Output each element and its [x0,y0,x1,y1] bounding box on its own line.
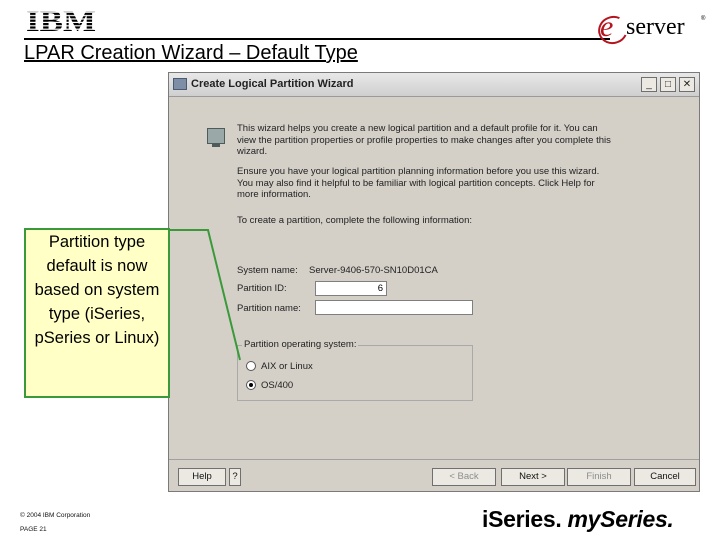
intro-paragraph-2: Ensure you have your logical partition p… [237,166,600,200]
intro-paragraph-1: This wizard helps you create a new logic… [237,123,611,157]
slide-title: LPAR Creation Wizard – Default Type [24,42,358,64]
partition-id-label: Partition ID: [237,283,287,294]
radio-os400[interactable] [246,380,256,391]
system-name-label: System name: [237,265,298,276]
ibm-logo-text: IBM [26,6,96,34]
title-rule [24,38,610,40]
eserver-logo: e server ® [594,10,710,49]
eserver-word: server [626,14,685,40]
os-option-label: OS/400 [261,380,294,391]
eserver-trademark: ® [701,16,706,22]
page-number: PAGE 21 [20,526,47,533]
brand-tagline: iSeries. mySeries. [482,506,674,533]
window-app-icon [173,78,187,90]
finish-button[interactable]: Finish [567,468,631,486]
os-group-label: Partition operating system: [242,339,359,350]
os-groupbox: Partition operating system: AIX or Linux… [237,339,473,401]
cancel-button[interactable]: Cancel [634,468,696,486]
brand-part-1: iSeries. [482,506,562,532]
maximize-button[interactable]: □ [660,77,676,92]
os-option-label: AIX or Linux [261,361,313,372]
wizard-button-bar: Help ? < Back Next > Finish Cancel [169,459,699,491]
back-button[interactable]: < Back [432,468,496,486]
brand-part-2: mySeries. [567,506,674,532]
window-titlebar[interactable]: Create Logical Partition Wizard _ □ ✕ [169,73,699,97]
partition-id-input[interactable]: 6 [315,281,387,296]
context-help-button[interactable]: ? [229,468,241,486]
wizard-window: Create Logical Partition Wizard _ □ ✕ Th… [168,72,700,492]
intro-paragraph-3: To create a partition, complete the foll… [237,215,472,226]
close-button[interactable]: ✕ [679,77,695,92]
minimize-button[interactable]: _ [641,77,657,92]
ibm-logo: IBM [26,6,102,34]
os-option-aix-linux[interactable]: AIX or Linux [246,361,313,372]
partition-name-input[interactable] [315,300,473,315]
wizard-content: This wizard helps you create a new logic… [169,98,699,458]
next-button[interactable]: Next > [501,468,565,486]
callout-box: Partition type default is now based on s… [24,228,170,398]
window-title: Create Logical Partition Wizard [191,78,354,90]
copyright-text: © 2004 IBM Corporation [20,512,91,519]
partition-name-label: Partition name: [237,303,301,314]
ibm-logo-icon: IBM [26,6,96,34]
eserver-e: e [600,10,614,43]
system-name-value: Server-9406-570-SN10D01CA [309,265,438,276]
help-button[interactable]: Help [178,468,226,486]
radio-aix-linux[interactable] [246,361,256,372]
os-option-os400[interactable]: OS/400 [246,380,293,391]
monitor-icon [207,128,225,147]
